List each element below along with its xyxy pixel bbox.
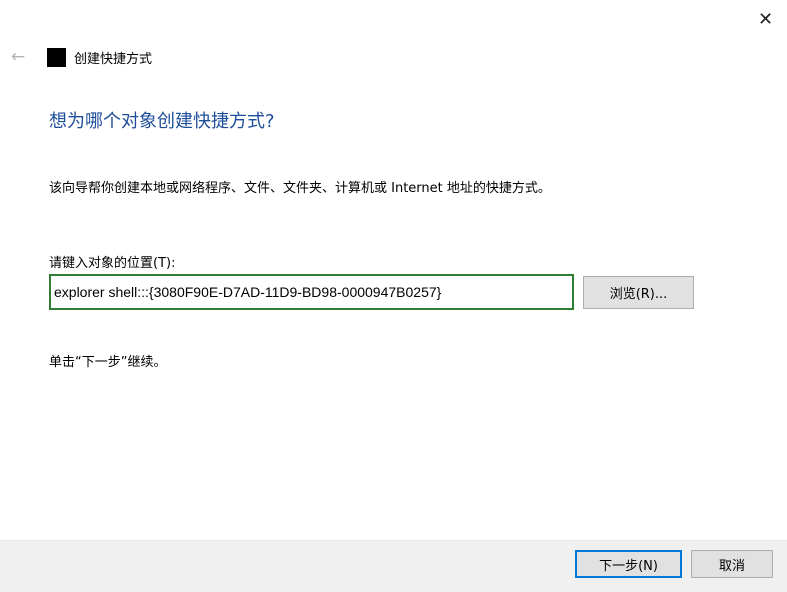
back-button[interactable]: ←	[5, 44, 31, 70]
cancel-button[interactable]: 取消	[691, 550, 773, 578]
close-button[interactable]: ✕	[744, 0, 787, 38]
location-label: 请键入对象的位置(T):	[49, 256, 176, 271]
next-button[interactable]: 下一步(N)	[575, 550, 682, 578]
back-arrow-icon: ←	[10, 47, 26, 67]
shortcut-app-icon	[47, 47, 66, 67]
close-icon: ✕	[757, 8, 774, 30]
page-heading: 想为哪个对象创建快捷方式?	[49, 111, 275, 132]
window-title-bar: 创建快捷方式	[47, 47, 152, 67]
wizard-description: 该向导帮你创建本地或网络程序、文件、文件夹、计算机或 Internet 地址的快…	[49, 181, 551, 196]
browse-button[interactable]: 浏览(R)...	[583, 276, 694, 309]
continue-hint: 单击“下一步”继续。	[49, 355, 167, 370]
window-title: 创建快捷方式	[74, 51, 153, 67]
location-input[interactable]	[49, 274, 574, 310]
